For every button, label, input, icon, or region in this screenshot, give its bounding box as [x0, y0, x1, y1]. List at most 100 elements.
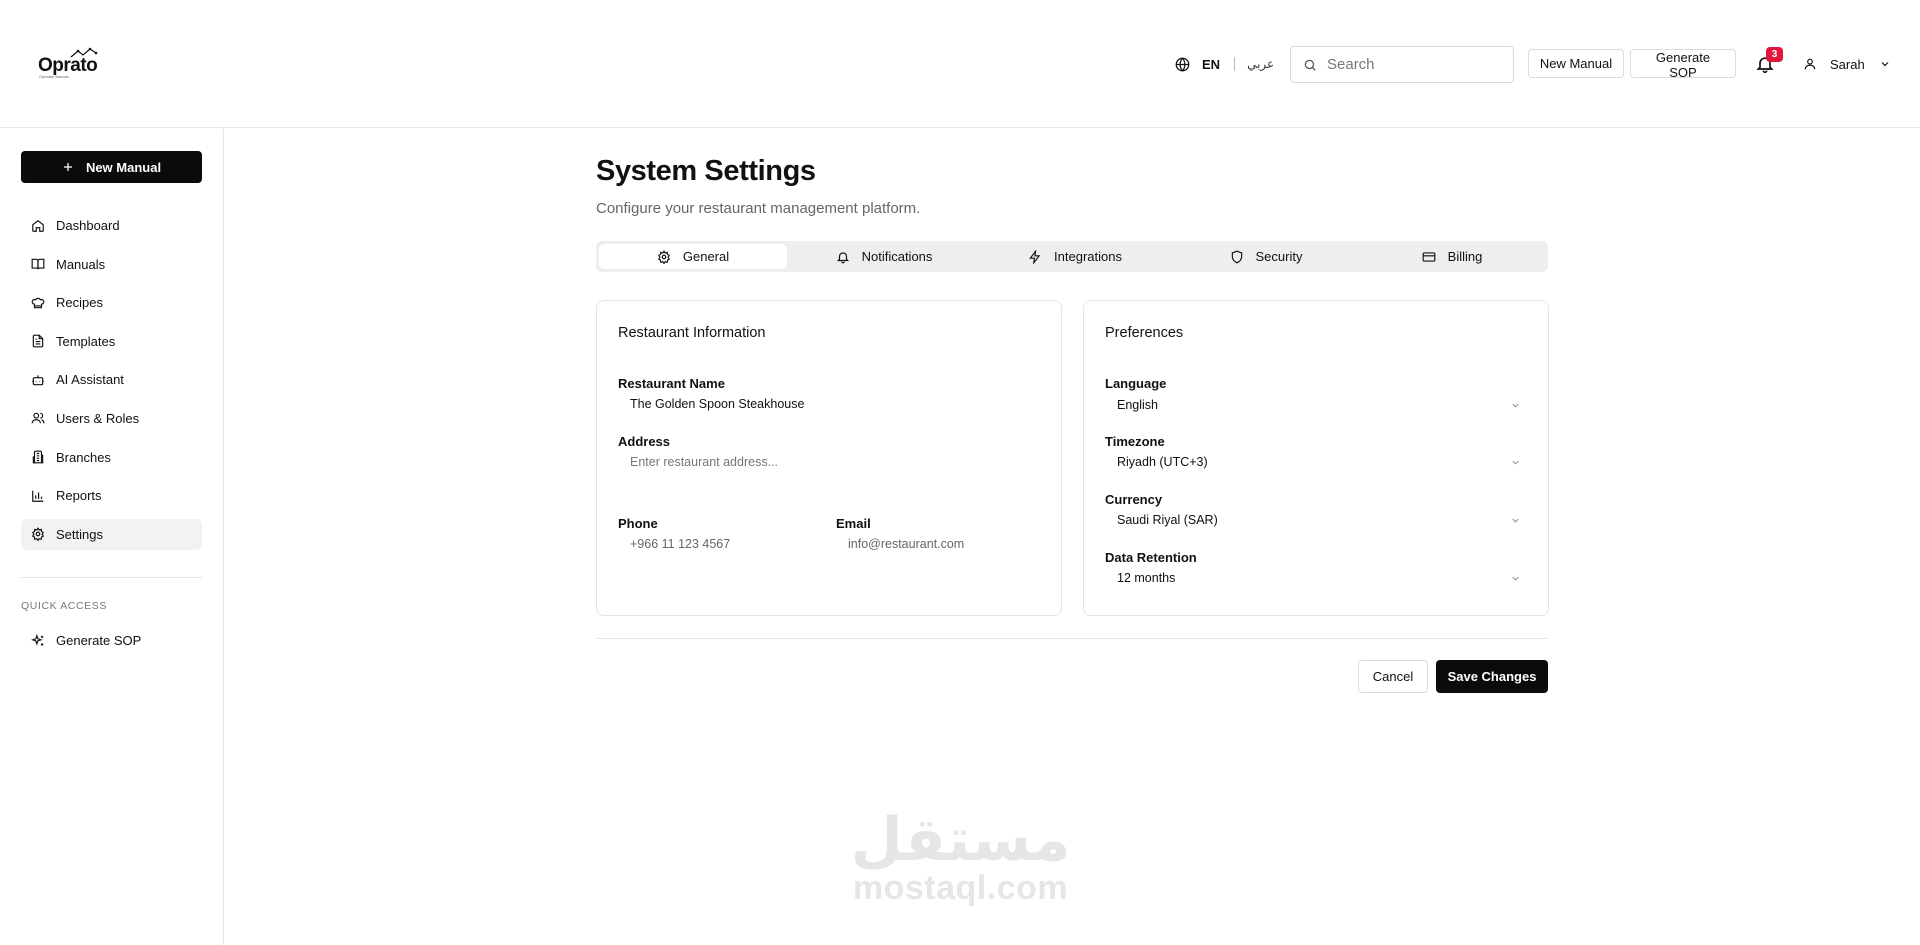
logo[interactable]: Oprato Operation Manuals — [38, 47, 108, 82]
sidebar-item-branches[interactable]: Branches — [21, 442, 202, 473]
tab-label: General — [682, 249, 730, 264]
currency-value: Saudi Riyal (SAR) — [1117, 513, 1218, 527]
chevron-down-icon — [1512, 518, 1519, 523]
zap-icon — [1029, 249, 1041, 264]
sidebar-item-ai-assistant[interactable]: AI Assistant — [21, 364, 202, 395]
sidebar-item-manuals[interactable]: Manuals — [21, 249, 202, 280]
email-label: Email — [836, 516, 871, 531]
sidebar-item-settings[interactable]: Settings — [21, 518, 202, 550]
home-icon — [32, 219, 44, 232]
building-icon — [32, 450, 44, 464]
bell-icon — [836, 251, 849, 263]
tab-billing[interactable]: Billing — [1358, 244, 1546, 269]
sidebar-item-label: Templates — [56, 333, 116, 349]
top-header: Oprato Operation Manuals EN عربي New Man… — [0, 0, 1920, 128]
bot-icon — [32, 375, 44, 386]
sidebar-item-label: AI Assistant — [56, 372, 124, 388]
language-label: Language — [1105, 376, 1167, 391]
sidebar-item-label: Settings — [56, 526, 103, 542]
credit-card-icon — [1422, 251, 1436, 262]
tab-label: Security — [1255, 249, 1303, 264]
quick-access-item-label: Generate SOP — [56, 633, 142, 648]
currency-label: Currency — [1105, 492, 1163, 507]
chevron-down-icon — [1512, 460, 1519, 465]
sparkles-icon — [31, 633, 44, 646]
language-ar-option[interactable]: عربي — [1247, 57, 1274, 71]
language-en-option[interactable]: EN — [1202, 57, 1220, 72]
tab-integrations[interactable]: Integrations — [981, 244, 1169, 269]
settings-tabs: General Notifications Integrations Secur… — [596, 241, 1548, 272]
address-label: Address — [618, 434, 671, 449]
header-new-manual-button[interactable]: New Manual — [1528, 49, 1624, 78]
tab-label: Billing — [1447, 249, 1483, 264]
cancel-button[interactable]: Cancel — [1358, 660, 1428, 693]
phone-field[interactable] — [630, 537, 820, 551]
timezone-value: Riyadh (UTC+3) — [1117, 455, 1208, 469]
sidebar-item-label: Branches — [56, 449, 111, 465]
sidebar-nav: Dashboard Manuals Recipes Templates AI A… — [21, 210, 202, 557]
page-subtitle: Configure your restaurant management pla… — [596, 200, 921, 217]
language-switcher: EN عربي — [1175, 54, 1274, 74]
card-title: Restaurant Information — [618, 325, 766, 341]
tab-general[interactable]: General — [599, 244, 787, 269]
sidebar-item-reports[interactable]: Reports — [21, 480, 202, 511]
restaurant-name-label: Restaurant Name — [618, 376, 725, 391]
data-retention-select[interactable]: 12 months — [1105, 567, 1529, 589]
language-value: English — [1117, 398, 1158, 412]
sidebar-item-templates[interactable]: Templates — [21, 326, 202, 357]
tab-notifications[interactable]: Notifications — [790, 244, 978, 269]
user-menu[interactable]: Sarah — [1803, 54, 1891, 74]
shield-icon — [1231, 250, 1242, 263]
save-changes-button[interactable]: Save Changes — [1436, 660, 1548, 693]
notification-count-badge: 3 — [1766, 47, 1783, 62]
gear-icon — [31, 527, 45, 542]
timezone-select[interactable]: Riyadh (UTC+3) — [1105, 451, 1529, 473]
header-generate-sop-button[interactable]: Generate SOP — [1630, 49, 1736, 80]
language-separator — [1234, 57, 1236, 71]
card-title: Preferences — [1105, 325, 1184, 341]
tab-security[interactable]: Security — [1172, 244, 1360, 269]
data-retention-value: 12 months — [1117, 571, 1176, 585]
search-icon — [1304, 59, 1316, 71]
logo-graph-icon — [70, 47, 98, 58]
preferences-card: Preferences Language English Timezone Ri… — [1083, 300, 1549, 616]
watermark: مستقل mostaql.com — [843, 810, 1078, 907]
sidebar-item-label: Users & Roles — [56, 410, 140, 426]
address-field[interactable] — [630, 455, 1050, 469]
chef-hat-icon — [31, 297, 45, 308]
chevron-down-icon — [1881, 62, 1889, 67]
tab-label: Notifications — [861, 249, 933, 264]
globe-icon — [1175, 57, 1190, 72]
sidebar-item-label: Manuals — [56, 256, 106, 272]
page-title: System Settings — [596, 155, 816, 187]
search-box — [1290, 46, 1514, 83]
sidebar-item-label: Recipes — [56, 295, 103, 311]
sidebar-item-dashboard[interactable]: Dashboard — [21, 210, 202, 241]
data-retention-label: Data Retention — [1105, 550, 1197, 565]
sidebar-item-label: Reports — [56, 488, 102, 504]
book-icon — [31, 258, 45, 270]
chevron-down-icon — [1512, 576, 1519, 581]
plus-icon — [63, 163, 72, 171]
file-text-icon — [32, 334, 44, 348]
sidebar-new-manual-button[interactable]: New Manual — [21, 151, 202, 183]
timezone-label: Timezone — [1105, 434, 1165, 449]
user-icon — [1804, 58, 1816, 70]
tab-label: Integrations — [1054, 249, 1122, 264]
sidebar-item-recipes[interactable]: Recipes — [21, 287, 202, 318]
phone-label: Phone — [618, 516, 658, 531]
email-field[interactable] — [848, 537, 1048, 551]
sidebar-item-label: Dashboard — [56, 218, 120, 233]
currency-select[interactable]: Saudi Riyal (SAR) — [1105, 509, 1529, 531]
quick-access-heading: QUICK ACCESS — [21, 600, 107, 612]
language-select[interactable]: English — [1105, 394, 1529, 416]
restaurant-information-card: Restaurant Information Restaurant Name A… — [596, 300, 1062, 616]
chevron-down-icon — [1512, 403, 1519, 408]
sidebar-item-users-roles[interactable]: Users & Roles — [21, 403, 202, 434]
sidebar: New Manual Dashboard Manuals Recipes Tem… — [0, 129, 224, 945]
logo-tagline: Operation Manuals — [39, 75, 69, 79]
bar-chart-icon — [32, 490, 44, 502]
restaurant-name-field[interactable] — [630, 397, 1050, 411]
search-input[interactable] — [1327, 56, 1497, 73]
quick-access-generate-sop[interactable]: Generate SOP — [21, 625, 202, 656]
